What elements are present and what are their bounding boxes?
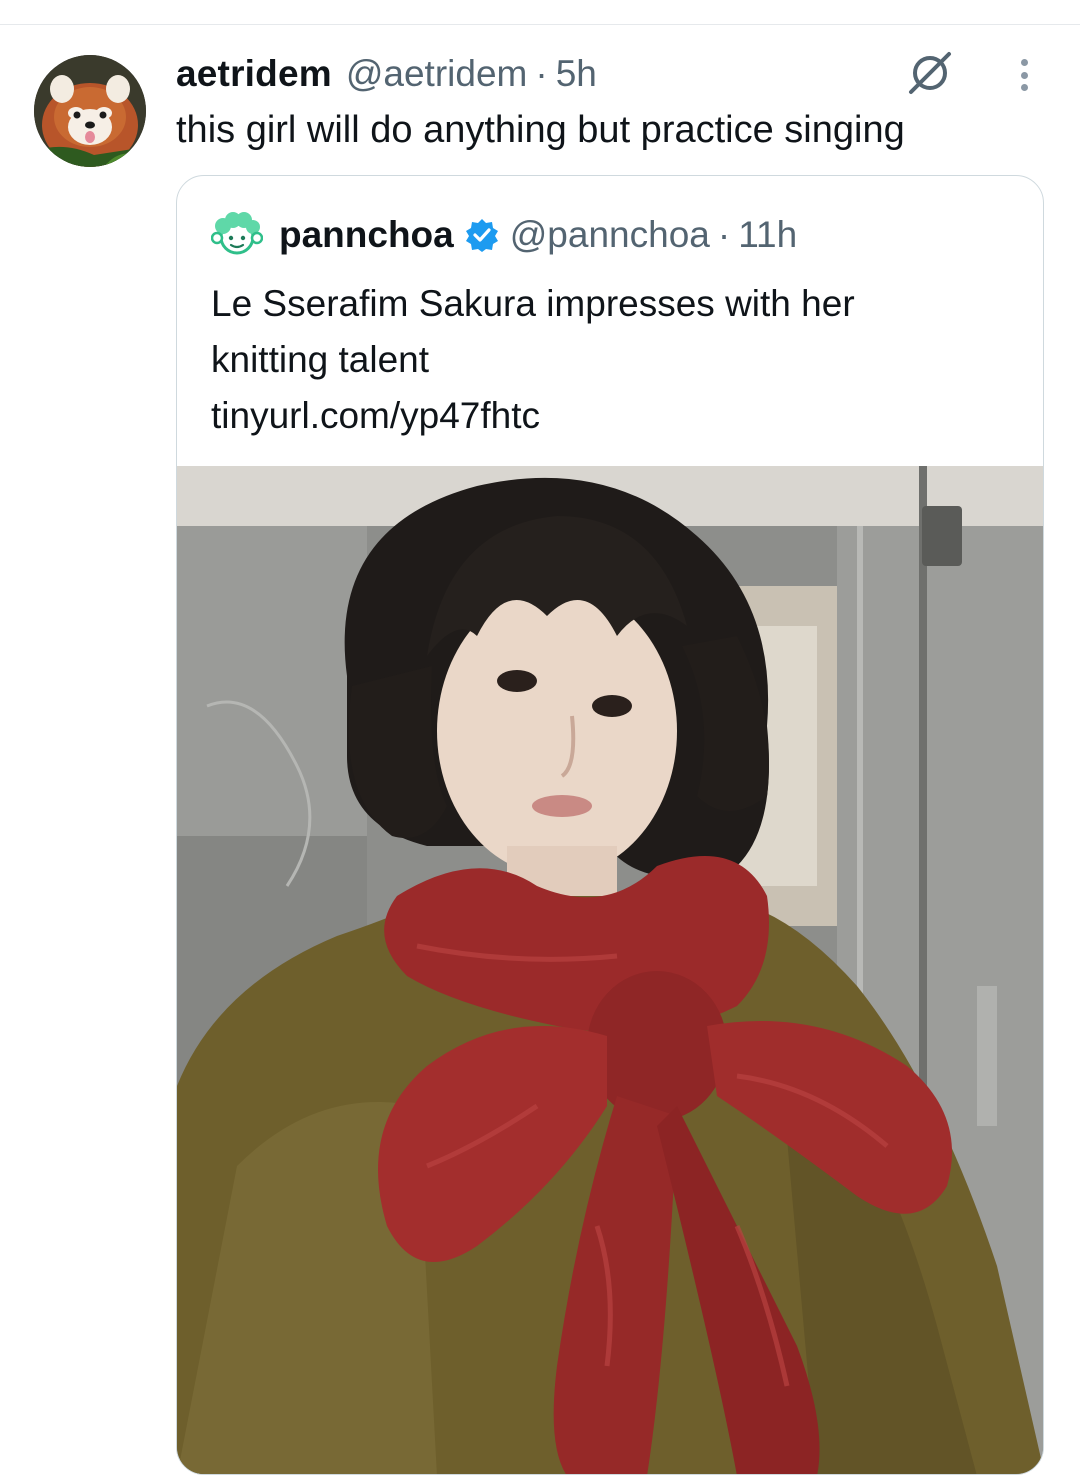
separator-dot: ·	[535, 53, 548, 94]
avatar[interactable]	[34, 55, 146, 167]
more-dot	[1020, 71, 1028, 79]
quoted-timestamp[interactable]: 11h	[738, 214, 797, 256]
grok-icon[interactable]	[905, 47, 955, 97]
verified-badge-icon	[464, 217, 500, 253]
timestamp[interactable]: 5h	[556, 53, 597, 95]
quoted-handle[interactable]: @pannchoa	[510, 214, 710, 256]
quoted-tweet-header: pannchoa @pannchoa · 11h	[210, 212, 797, 258]
quoted-tweet-text: Le Sserafim Sakura impresses with her kn…	[211, 276, 1011, 444]
quoted-text-line: Le Sserafim Sakura impresses with her	[211, 283, 855, 324]
quoted-tweet[interactable]: pannchoa @pannchoa · 11h Le Sserafim Sak…	[176, 175, 1044, 1475]
red-panda-avatar-icon	[34, 55, 146, 167]
photo-illustration	[177, 466, 1043, 1474]
green-cartoon-avatar-icon	[210, 212, 264, 255]
more-options-icon[interactable]	[1006, 55, 1042, 95]
tweet-text: this girl will do anything but practice …	[176, 109, 905, 151]
user-handle[interactable]: @aetridem	[346, 53, 528, 95]
tweet-header: aetridem @aetridem · 5h	[176, 53, 597, 97]
quoted-display-name[interactable]: pannchoa	[279, 214, 454, 256]
tweet[interactable]: aetridem @aetridem · 5h this girl will d…	[0, 25, 1080, 1475]
display-name[interactable]: aetridem	[176, 53, 332, 95]
more-dot	[1020, 84, 1028, 91]
separator-dot: ·	[717, 214, 731, 255]
quoted-link[interactable]: tinyurl.com/yp47fhtc	[211, 388, 1011, 444]
top-divider	[0, 0, 1080, 25]
more-dot	[1020, 59, 1028, 66]
quoted-text-line: knitting talent	[211, 339, 430, 380]
quoted-media-photo[interactable]	[177, 466, 1043, 1474]
quoted-avatar[interactable]	[210, 212, 264, 258]
